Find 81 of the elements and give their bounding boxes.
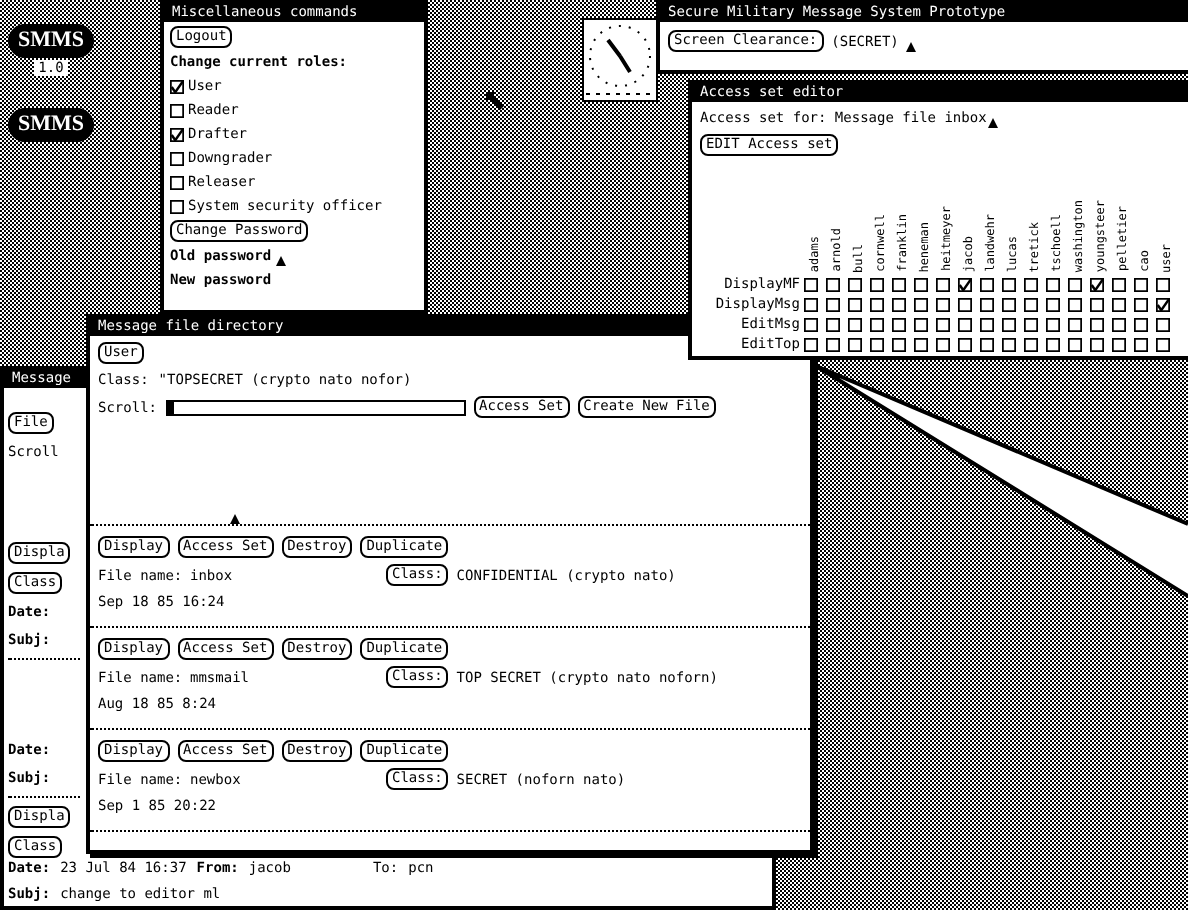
- scroll-field[interactable]: [165, 399, 466, 415]
- checkbox[interactable]: [1112, 337, 1126, 351]
- checkbox[interactable]: [1024, 277, 1038, 291]
- checkbox[interactable]: [1068, 317, 1082, 331]
- text-cursor-icon: [906, 42, 917, 52]
- checkbox[interactable]: [826, 297, 840, 311]
- checkbox[interactable]: [1156, 277, 1170, 291]
- checkbox[interactable]: [958, 297, 972, 311]
- checkbox[interactable]: [1024, 317, 1038, 331]
- checkbox[interactable]: [1068, 277, 1082, 291]
- checkbox[interactable]: [1024, 337, 1038, 351]
- checkbox[interactable]: [170, 151, 184, 165]
- checkbox[interactable]: [980, 277, 994, 291]
- checkbox[interactable]: [1090, 297, 1104, 311]
- checkbox[interactable]: [1134, 337, 1148, 351]
- checkbox[interactable]: [958, 317, 972, 331]
- checkbox[interactable]: [870, 297, 884, 311]
- checkbox[interactable]: [170, 175, 184, 189]
- checkbox[interactable]: [958, 277, 972, 291]
- checkbox[interactable]: [870, 277, 884, 291]
- text-cursor-icon: [275, 256, 286, 266]
- checkbox[interactable]: [936, 317, 950, 331]
- checkbox[interactable]: [914, 337, 928, 351]
- checkbox[interactable]: [804, 277, 818, 291]
- checkbox[interactable]: [804, 317, 818, 331]
- checkbox[interactable]: [914, 317, 928, 331]
- checkbox[interactable]: [848, 317, 862, 331]
- checkbox[interactable]: [1068, 337, 1082, 351]
- checkbox[interactable]: [1112, 277, 1126, 291]
- checkbox[interactable]: [1002, 337, 1016, 351]
- checkbox[interactable]: [1156, 317, 1170, 331]
- checkbox[interactable]: [936, 337, 950, 351]
- checkbox[interactable]: [936, 297, 950, 311]
- checkbox[interactable]: [1090, 337, 1104, 351]
- mouse-pointer-icon: [486, 92, 504, 110]
- checkbox[interactable]: [1134, 317, 1148, 331]
- checkbox[interactable]: [914, 297, 928, 311]
- checkbox[interactable]: [1046, 317, 1060, 331]
- checkbox[interactable]: [848, 297, 862, 311]
- checkbox[interactable]: [892, 297, 906, 311]
- desktop-icon[interactable]: SMMS: [8, 108, 94, 142]
- checkbox[interactable]: [826, 317, 840, 331]
- desktop-icon[interactable]: SMMS: [8, 24, 94, 58]
- checkbox[interactable]: [1134, 277, 1148, 291]
- checkbox[interactable]: [1002, 277, 1016, 291]
- checkbox[interactable]: [936, 277, 950, 291]
- checkbox[interactable]: [914, 277, 928, 291]
- checkbox[interactable]: [980, 337, 994, 351]
- checkbox[interactable]: [1046, 337, 1060, 351]
- checkbox[interactable]: [980, 317, 994, 331]
- checkbox[interactable]: [804, 297, 818, 311]
- checkbox[interactable]: [1134, 297, 1148, 311]
- checkbox[interactable]: [804, 337, 818, 351]
- checkbox[interactable]: [170, 103, 184, 117]
- checkbox[interactable]: [170, 127, 184, 141]
- checkbox[interactable]: [1090, 317, 1104, 331]
- checkbox[interactable]: [1068, 297, 1082, 311]
- checkbox[interactable]: [1046, 277, 1060, 291]
- checkbox[interactable]: [892, 337, 906, 351]
- checkbox[interactable]: [892, 317, 906, 331]
- checkbox[interactable]: [958, 337, 972, 351]
- text-cursor-icon: [988, 118, 999, 128]
- checkbox[interactable]: [1002, 297, 1016, 311]
- checkbox[interactable]: [892, 277, 906, 291]
- checkbox[interactable]: [870, 337, 884, 351]
- checkbox[interactable]: [1112, 297, 1126, 311]
- checkbox[interactable]: [848, 337, 862, 351]
- checkbox[interactable]: [170, 79, 184, 93]
- checkbox[interactable]: [1046, 297, 1060, 311]
- checkbox[interactable]: [1156, 337, 1170, 351]
- checkbox[interactable]: [1090, 277, 1104, 291]
- checkbox[interactable]: [826, 277, 840, 291]
- checkbox[interactable]: [170, 199, 184, 213]
- checkbox[interactable]: [826, 337, 840, 351]
- checkbox[interactable]: [1002, 317, 1016, 331]
- checkbox[interactable]: [1112, 317, 1126, 331]
- checkbox[interactable]: [1156, 297, 1170, 311]
- checkbox[interactable]: [980, 297, 994, 311]
- checkbox[interactable]: [870, 317, 884, 331]
- checkbox[interactable]: [848, 277, 862, 291]
- checkbox[interactable]: [1024, 297, 1038, 311]
